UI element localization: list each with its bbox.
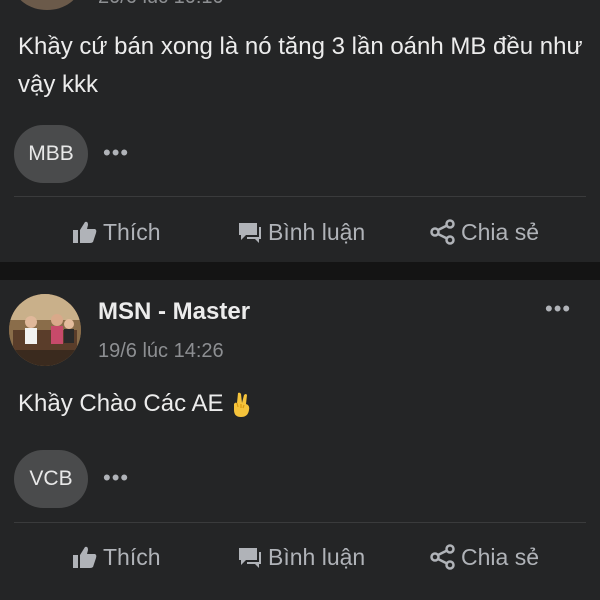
comment-icon xyxy=(239,223,261,243)
comment-button[interactable]: Bình luận xyxy=(237,212,365,252)
post-text: Khầy cứ bán xong là nó tăng 3 lần oánh M… xyxy=(18,33,583,98)
share-icon xyxy=(430,544,455,570)
more-icon[interactable]: ••• xyxy=(103,140,129,166)
like-button[interactable]: Thích xyxy=(72,212,161,252)
author-avatar[interactable] xyxy=(9,294,81,366)
like-label: Thích xyxy=(103,218,161,245)
post-options-icon[interactable]: ••• xyxy=(545,296,571,322)
post-timestamp[interactable]: 19/6 lúc 14:26 xyxy=(98,340,224,363)
like-button[interactable]: Thích xyxy=(72,537,161,577)
crossed-fingers-emoji xyxy=(234,392,250,417)
divider xyxy=(14,196,586,197)
post-timestamp[interactable]: 20/6 lúc 10:10 xyxy=(98,0,224,9)
post-text: Khầy Chào Các AE xyxy=(18,385,253,423)
post-text-content: Khầy Chào Các AE xyxy=(18,390,224,417)
like-icon xyxy=(73,221,97,243)
author-name[interactable]: MSN - Master xyxy=(98,298,250,326)
post-actions: Thích Bình luận Chia sẻ xyxy=(0,212,600,252)
like-label: Thích xyxy=(103,543,161,570)
comment-button[interactable]: Bình luận xyxy=(237,537,365,577)
comment-icon xyxy=(239,548,261,568)
share-button[interactable]: Chia sẻ xyxy=(430,537,539,577)
comment-label: Bình luận xyxy=(268,218,366,245)
share-label: Chia sẻ xyxy=(461,218,539,245)
stock-tag-chip[interactable]: VCB xyxy=(14,450,88,508)
stock-tag-chip[interactable]: MBB xyxy=(14,125,88,183)
share-button[interactable]: Chia sẻ xyxy=(430,212,539,252)
author-avatar[interactable] xyxy=(14,0,80,10)
more-icon[interactable]: ••• xyxy=(103,465,129,491)
post-separator xyxy=(0,262,600,280)
divider xyxy=(14,522,586,523)
post-card: 20/6 lúc 10:10 Khầy cứ bán xong là nó tă… xyxy=(0,0,600,262)
share-label: Chia sẻ xyxy=(461,543,539,570)
avatar-photo xyxy=(9,294,81,366)
share-icon xyxy=(430,219,455,245)
comment-label: Bình luận xyxy=(268,543,366,570)
like-icon xyxy=(73,546,97,568)
post-actions: Thích Bình luận Chia sẻ xyxy=(0,537,600,577)
